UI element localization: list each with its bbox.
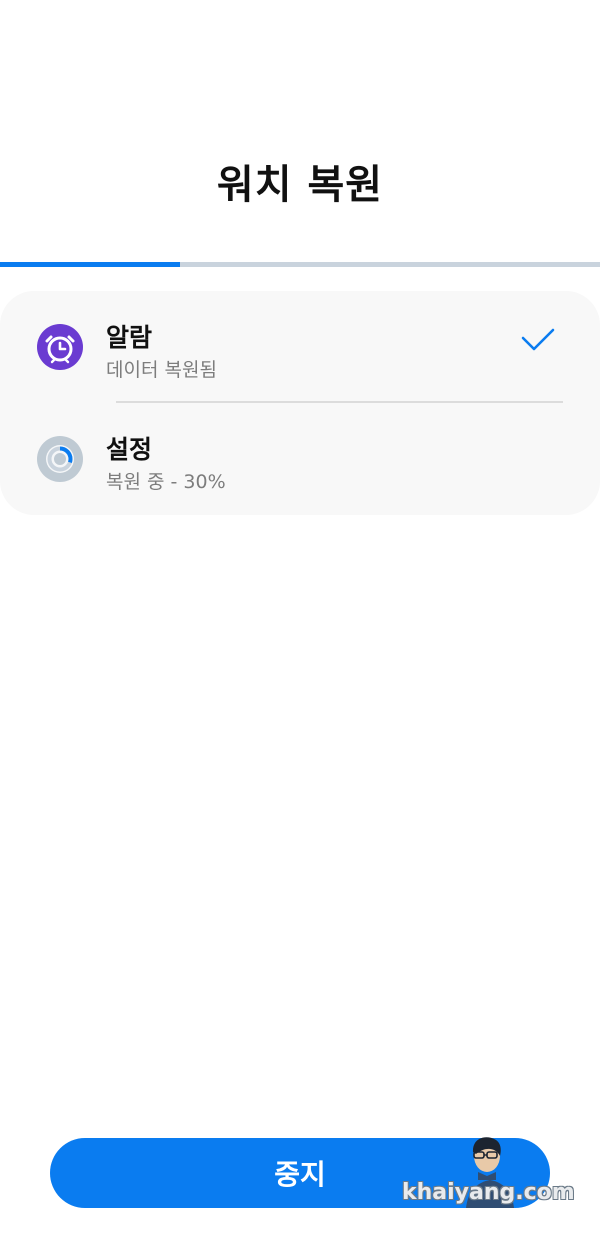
list-item-alarm: 알람 데이터 복원됨 bbox=[0, 291, 600, 403]
item-title: 설정 bbox=[106, 435, 153, 464]
restore-items-card: 알람 데이터 복원됨 설정 복원 중 - 30% bbox=[0, 291, 600, 515]
checkmark-icon bbox=[521, 328, 555, 351]
progress-ring-icon bbox=[37, 436, 83, 482]
list-item-settings: 설정 복원 중 - 30% bbox=[0, 403, 600, 515]
stop-button[interactable]: 중지 bbox=[50, 1138, 550, 1208]
item-status: 데이터 복원됨 bbox=[106, 359, 217, 381]
restore-progress-bar bbox=[0, 262, 600, 267]
item-title: 알람 bbox=[106, 323, 153, 352]
restore-progress-fill bbox=[0, 262, 180, 267]
item-status: 복원 중 - 30% bbox=[106, 471, 226, 493]
alarm-clock-icon bbox=[37, 324, 83, 370]
restore-screen: 워치 복원 알람 데이터 복원됨 설정 복원 중 - 30% 중지 khaiya… bbox=[0, 0, 600, 1245]
page-title: 워치 복원 bbox=[216, 162, 384, 208]
